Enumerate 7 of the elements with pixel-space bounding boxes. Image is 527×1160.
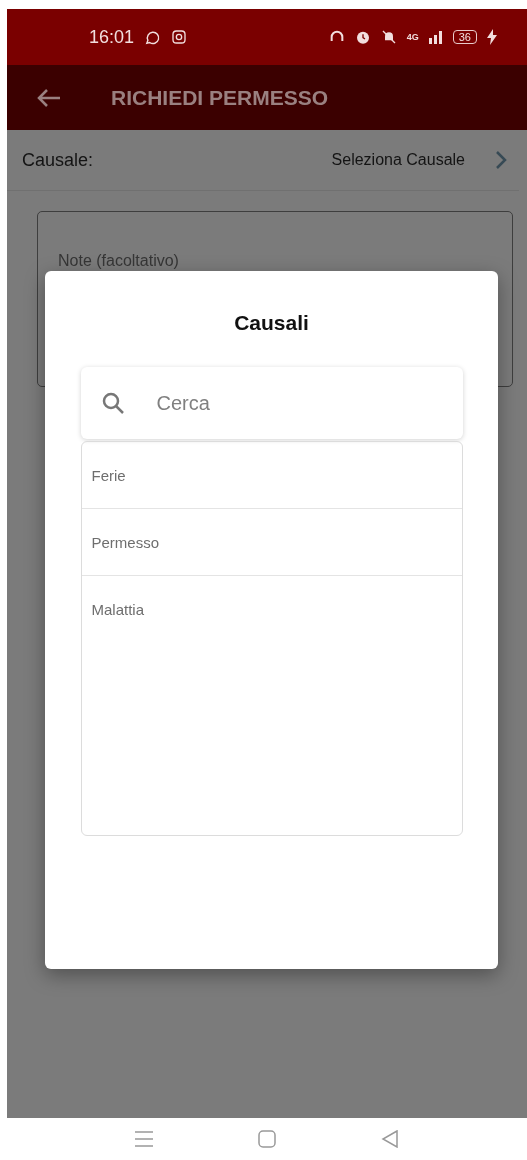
dialog-title: Causali [234, 311, 309, 336]
notes-placeholder: Note (facoltativo) [58, 252, 179, 269]
network-type: 4G [406, 32, 419, 42]
battery-level: 36 [452, 30, 477, 44]
screen-title: RICHIEDI PERMESSO [111, 85, 329, 110]
causale-label: Causale: [22, 149, 95, 171]
clock: 16:01 [89, 26, 135, 48]
